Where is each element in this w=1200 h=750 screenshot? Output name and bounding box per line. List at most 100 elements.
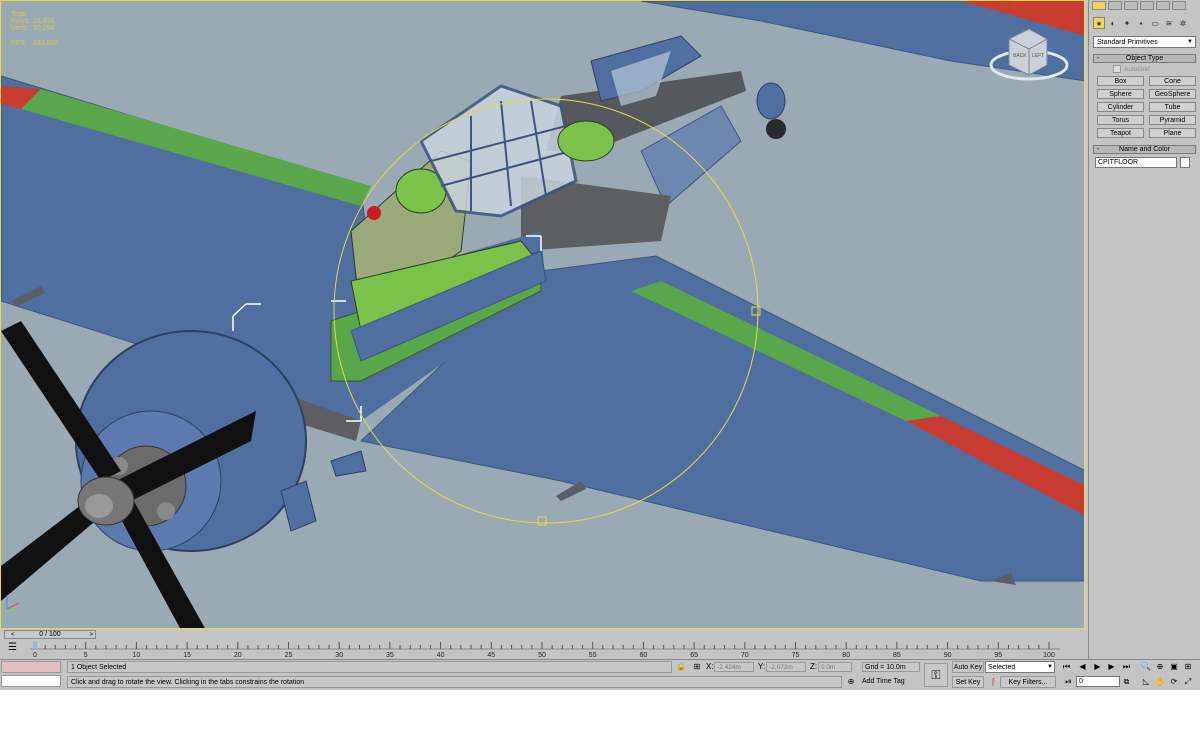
default-tangent-icon[interactable]: ʃ xyxy=(988,677,998,687)
viewcube[interactable]: BACK LEFT xyxy=(989,25,1069,85)
zoom-all-icon[interactable]: ⊕ xyxy=(1154,661,1166,673)
z-coordinate-field[interactable]: 0.0m xyxy=(818,662,852,672)
name-color-rollout-header[interactable]: - Name and Color xyxy=(1093,145,1196,154)
name-color-title: Name and Color xyxy=(1119,146,1170,153)
autogrid-label: AutoGrid xyxy=(1124,65,1150,73)
geosphere-button[interactable]: GeoSphere xyxy=(1149,89,1196,99)
goto-end-icon[interactable]: ⏭ xyxy=(1120,661,1133,673)
prompt-line: Click and drag to rotate the view. Click… xyxy=(67,676,842,688)
play-icon[interactable]: ▶ xyxy=(1091,661,1104,673)
trackbar-ruler[interactable]: 0 5 10 15 20 25 30 35 40 45 50 55 60 65 70 75 80 85 90 95 10… xyxy=(0,640,1088,659)
systems-icon[interactable]: ✲ xyxy=(1177,17,1189,29)
plane-button[interactable]: Plane xyxy=(1149,128,1196,138)
autogrid-checkbox[interactable] xyxy=(1113,65,1121,73)
helpers-icon[interactable]: ▭ xyxy=(1149,17,1161,29)
time-next-button[interactable]: > xyxy=(89,631,93,639)
set-key-button[interactable]: Set Key xyxy=(952,676,984,688)
time-configuration-icon[interactable]: ⧉ xyxy=(1120,676,1133,688)
lock-icon[interactable]: 🔒 xyxy=(676,662,686,672)
y-coordinate-field[interactable]: -2.072m xyxy=(766,662,806,672)
stats-row: Polys: 21,676 xyxy=(11,18,55,25)
chevron-down-icon: ▼ xyxy=(1187,39,1193,45)
viewcube-left-label[interactable]: LEFT xyxy=(1032,53,1044,59)
cameras-icon[interactable]: ▪ xyxy=(1135,17,1147,29)
zoom-extents-all-icon[interactable]: ⊞ xyxy=(1182,661,1194,673)
status-bar: 1 Object Selected Click and drag to rota… xyxy=(0,659,1200,690)
cylinder-button[interactable]: Cylinder xyxy=(1097,102,1144,112)
name-color-row: CPITFLOOR xyxy=(1093,154,1196,171)
trackbar-tick-label: 5 xyxy=(84,652,88,659)
trackbar-tick-label: 60 xyxy=(640,652,648,659)
key-filters-button[interactable]: Key Filters... xyxy=(1000,676,1056,688)
key-mode-toggle-icon[interactable]: ⏯ xyxy=(1062,676,1075,688)
object-color-swatch[interactable] xyxy=(1180,157,1190,168)
next-frame-icon[interactable]: ▶ xyxy=(1105,661,1118,673)
spacewarps-icon[interactable]: ≋ xyxy=(1163,17,1175,29)
cone-button[interactable]: Cone xyxy=(1149,76,1196,86)
scene-render[interactable] xyxy=(1,1,1085,629)
trackbar-tick-label: 30 xyxy=(335,652,343,659)
current-frame-field[interactable]: 0 xyxy=(1076,676,1120,687)
torus-button[interactable]: Torus xyxy=(1097,115,1144,125)
shapes-icon[interactable]: ◐ xyxy=(1107,17,1119,29)
create-tab[interactable] xyxy=(1092,1,1106,10)
hierarchy-tab[interactable] xyxy=(1124,1,1138,10)
primitive-buttons: Box Cone Sphere GeoSphere Cylinder Tube … xyxy=(1093,75,1196,139)
sphere-button[interactable]: Sphere xyxy=(1097,89,1144,99)
key-mode-dropdown[interactable]: Selected ▼ xyxy=(985,661,1055,673)
perspective-viewport[interactable]: Total Polys: 21,676 Verts: 20,294 FPS: 833.… xyxy=(0,0,1085,629)
add-time-tag-button[interactable]: Add Time Tag xyxy=(862,677,905,686)
trackbar-tick-label: 0 xyxy=(33,652,37,659)
modify-tab[interactable] xyxy=(1108,1,1122,10)
trackbar-tick-label: 15 xyxy=(183,652,191,659)
viewcube-back-label[interactable]: BACK xyxy=(1013,53,1027,59)
zoom-icon[interactable]: 🔍 xyxy=(1140,661,1152,673)
field-of-view-icon[interactable]: ◺ xyxy=(1140,676,1152,688)
x-coordinate-field[interactable]: -2.424m xyxy=(714,662,754,672)
object-type-rollout-header[interactable]: - Object Type xyxy=(1093,54,1196,63)
utilities-tab[interactable] xyxy=(1172,1,1186,10)
primitives-dropdown-value: Standard Primitives xyxy=(1097,39,1158,46)
lights-icon[interactable]: ✦ xyxy=(1121,17,1133,29)
auto-key-button[interactable]: Auto Key xyxy=(952,661,984,673)
current-frame-marker[interactable] xyxy=(33,641,37,650)
geometry-icon[interactable]: ● xyxy=(1093,17,1105,29)
x-label: X: xyxy=(706,662,714,671)
object-type-title: Object Type xyxy=(1125,55,1164,62)
command-panel-tabs xyxy=(1089,0,1200,12)
pyramid-button[interactable]: Pyramid xyxy=(1149,115,1196,125)
orbit-icon[interactable]: ⟳ xyxy=(1168,676,1180,688)
trackbar-tick-label: 20 xyxy=(234,652,242,659)
tube-button[interactable]: Tube xyxy=(1149,102,1196,112)
display-tab[interactable] xyxy=(1156,1,1170,10)
time-tag-icon[interactable]: ⊕ xyxy=(846,677,856,687)
object-name-field[interactable]: CPITFLOOR xyxy=(1095,157,1177,168)
trackbar-tick-label: 50 xyxy=(538,652,546,659)
set-keys-key-icon[interactable]: ⚿ xyxy=(924,663,948,687)
trackbar[interactable]: ☰ 0 5 10 15 20 25 30 35 40 45 50 55 60 65 70 75 80 85 90 95… xyxy=(0,640,1088,659)
maxscript-listener-input[interactable] xyxy=(1,675,61,687)
trackbar-tick-label: 40 xyxy=(437,652,445,659)
trackbar-tick-label: 45 xyxy=(487,652,495,659)
trackbar-tick-label: 90 xyxy=(944,652,952,659)
zoom-extents-icon[interactable]: ▣ xyxy=(1168,661,1180,673)
maxscript-listener-output[interactable] xyxy=(1,661,61,673)
box-button[interactable]: Box xyxy=(1097,76,1144,86)
teapot-button[interactable]: Teapot xyxy=(1097,128,1144,138)
absolute-mode-icon[interactable]: ⊞ xyxy=(692,662,702,672)
viewport-statistics: Total Polys: 21,676 Verts: 20,294 FPS: 833.… xyxy=(11,11,58,47)
time-prev-button[interactable]: < xyxy=(11,631,15,639)
primitives-dropdown[interactable]: Standard Primitives ▼ xyxy=(1093,36,1196,48)
maximize-viewport-icon[interactable]: ⤢ xyxy=(1182,676,1194,688)
y-label: Y: xyxy=(758,662,766,671)
stats-row: Verts: 20,294 xyxy=(11,25,55,32)
trackbar-tick-label: 70 xyxy=(741,652,749,659)
trackbar-tick-label: 80 xyxy=(842,652,850,659)
goto-start-icon[interactable]: ⏮ xyxy=(1060,661,1073,673)
motion-tab[interactable] xyxy=(1140,1,1154,10)
time-slider-thumb[interactable]: < 0 / 100 > xyxy=(4,630,96,639)
autogrid-option[interactable]: AutoGrid xyxy=(1093,63,1196,75)
chevron-down-icon: ▼ xyxy=(1047,664,1053,670)
previous-frame-icon[interactable]: ◀ xyxy=(1076,661,1089,673)
pan-hand-icon[interactable]: ✋ xyxy=(1154,676,1166,688)
